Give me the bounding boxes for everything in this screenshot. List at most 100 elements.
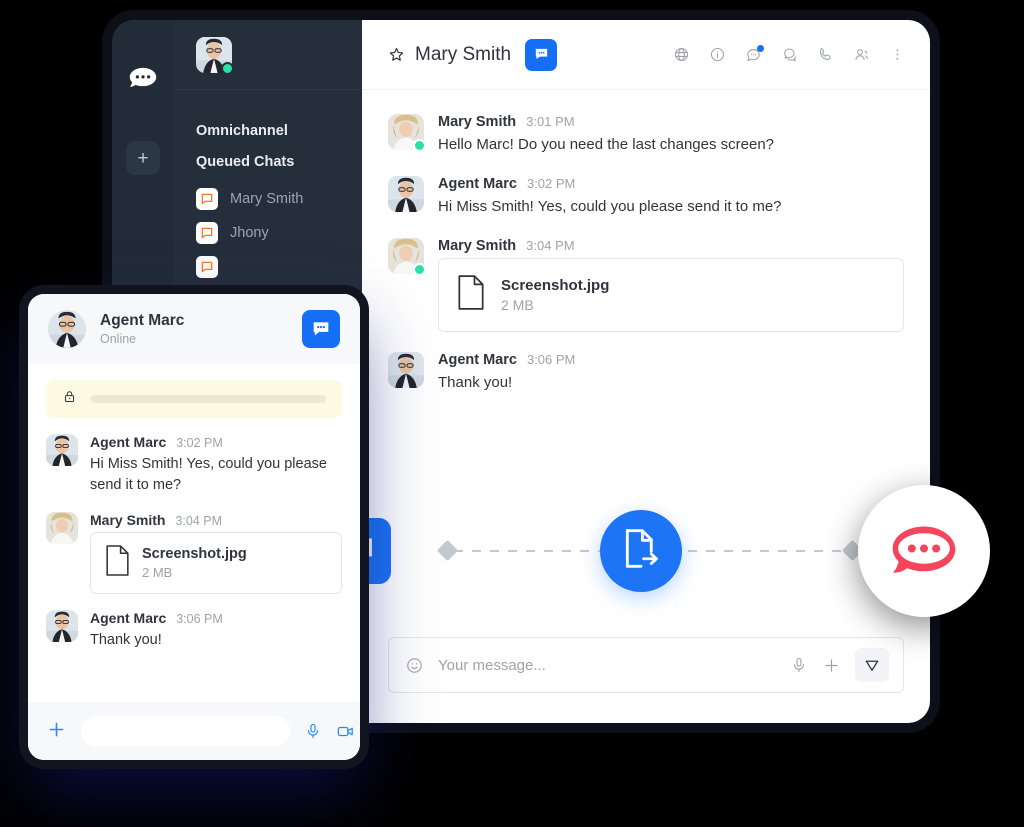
omnichannel-chat-icon: [196, 222, 218, 244]
avatar-image-man: [48, 310, 86, 348]
search-input composer-input[interactable]: [438, 656, 776, 674]
message-composer: [362, 637, 930, 723]
kebab-menu-icon[interactable]: [889, 46, 906, 63]
message-body: Mary Smith 3:01 PM Hello Marc! Do you ne…: [438, 114, 904, 156]
message-item: Agent Marc 3:02 PM Hi Miss Smith! Yes, c…: [46, 434, 342, 496]
file-attachment-card[interactable]: Screenshot.jpg 2 MB: [90, 532, 342, 595]
file-name: Screenshot.jpg: [142, 546, 247, 563]
file-info: Screenshot.jpg 2 MB: [501, 277, 609, 313]
widget-secure-notice: [46, 380, 342, 418]
message-username: Agent Marc: [90, 434, 167, 450]
widget-message-list: Agent Marc 3:02 PM Hi Miss Smith! Yes, c…: [28, 424, 360, 702]
message-meta: Agent Marc 3:02 PM: [90, 434, 342, 450]
room-header: Mary Smith: [362, 20, 930, 90]
sidebar-item-mary-smith[interactable]: Mary Smith: [174, 182, 362, 216]
presence-indicator: [413, 262, 426, 276]
status-badge: Online: [100, 332, 137, 346]
message-meta: Mary Smith 3:01 PM: [438, 114, 904, 130]
omnichannel-chat-icon: [196, 256, 218, 278]
avatar[interactable]: [196, 36, 234, 75]
message-username: Mary Smith: [438, 114, 517, 130]
widget-header: Agent Marc Online: [28, 294, 360, 364]
lock-icon: [62, 389, 77, 409]
avatar[interactable]: [388, 237, 426, 276]
message-timestamp: 3:04 PM: [526, 237, 575, 253]
screenshot-stage: + Omnichannel Queued Chats Mary Smith Jh…: [0, 0, 1024, 827]
avatar[interactable]: [46, 512, 78, 545]
widget-composer: [28, 702, 360, 760]
message-username: Mary Smith: [438, 237, 517, 254]
avatar-image-man: [388, 175, 424, 212]
avatar-image-man: [46, 434, 78, 466]
message-meta: Agent Marc 3:02 PM: [438, 176, 904, 192]
widget-message-input[interactable]: [81, 716, 290, 746]
presence-indicator: [221, 61, 234, 75]
message-item: Mary Smith 3:01 PM Hello Marc! Do you ne…: [388, 114, 904, 156]
avatar[interactable]: [46, 610, 78, 643]
discussion-icon[interactable]: [745, 45, 764, 63]
message-text: Thank you!: [438, 373, 513, 391]
message-username: Agent Marc: [438, 175, 517, 192]
sidebar-item-label: Mary Smith: [230, 191, 304, 207]
send-icon[interactable]: [855, 648, 889, 682]
create-new-button[interactable]: +: [126, 141, 160, 175]
members-icon[interactable]: [853, 46, 870, 63]
star-icon[interactable]: [388, 46, 405, 63]
microphone-icon[interactable]: [304, 722, 322, 740]
page-title: Mary Smith: [415, 43, 512, 65]
floating-file-badge[interactable]: [600, 510, 682, 592]
message-meta: Agent Marc 3:06 PM: [438, 352, 904, 368]
globe-icon[interactable]: [673, 46, 690, 63]
avatar[interactable]: [388, 351, 424, 388]
message-meta: Agent Marc 3:06 PM: [90, 610, 342, 626]
plus-icon[interactable]: [822, 656, 841, 675]
chat-bubble-icon[interactable]: [302, 310, 340, 348]
message-timestamp: 3:06 PM: [526, 351, 576, 367]
avatar-image-woman: [46, 512, 78, 545]
avatar[interactable]: [388, 175, 424, 212]
widget-agent-name: Agent Marc: [100, 312, 185, 329]
microphone-icon[interactable]: [790, 656, 808, 674]
message-text: Hi Miss Smith! Yes, could you please sen…: [90, 456, 327, 494]
file-export-icon: [623, 528, 659, 574]
message-username: Agent Marc: [90, 610, 167, 627]
threads-icon[interactable]: [781, 46, 798, 63]
presence-indicator: [413, 139, 426, 152]
plus-icon[interactable]: [46, 719, 67, 744]
video-camera-icon[interactable]: [336, 722, 355, 741]
avatar[interactable]: [46, 434, 78, 466]
message-body: Agent Marc 3:02 PM Hi Miss Smith! Yes, c…: [438, 176, 904, 218]
message-item: Agent Marc 3:02 PM Hi Miss Smith! Yes, c…: [388, 175, 904, 218]
composer-box: [388, 637, 904, 693]
omnichannel-badge-icon[interactable]: [525, 38, 558, 71]
phone-icon[interactable]: [817, 46, 834, 63]
message-text: Thank you!: [90, 632, 162, 649]
sidebar-item-partial[interactable]: [174, 250, 362, 284]
notification-dot: [757, 45, 764, 52]
sidebar-item-jhony[interactable]: Jhony: [174, 216, 362, 250]
avatar-image-man: [388, 351, 424, 388]
message-item: Mary Smith 3:04 PM Screenshot.jpg 2 MB: [46, 512, 342, 595]
avatar[interactable]: [388, 114, 426, 152]
info-circle-icon[interactable]: [709, 46, 726, 63]
smiley-icon[interactable]: [405, 656, 424, 675]
message-body: Agent Marc 3:02 PM Hi Miss Smith! Yes, c…: [90, 434, 342, 496]
floating-rocketchat-badge[interactable]: [858, 485, 990, 617]
message-body: Mary Smith 3:04 PM Screenshot.jpg 2 MB: [438, 238, 904, 332]
message-timestamp: 3:01 PM: [526, 114, 575, 129]
sidebar-header: [174, 20, 362, 90]
livechat-widget: Agent Marc Online Agent Marc 3:02 PM Hi …: [28, 294, 360, 760]
file-size: 2 MB: [501, 296, 534, 313]
avatar[interactable]: [48, 310, 86, 348]
room-header-actions: [673, 45, 906, 63]
message-timestamp: 3:02 PM: [176, 436, 223, 450]
file-size: 2 MB: [142, 565, 173, 581]
diamond-marker: [436, 539, 459, 562]
message-timestamp: 3:04 PM: [175, 514, 223, 529]
message-username: Agent Marc: [438, 351, 517, 368]
message-text: Hello Marc! Do you need the last changes…: [438, 136, 775, 153]
message-meta: Mary Smith 3:04 PM: [438, 238, 904, 254]
file-attachment-card[interactable]: Screenshot.jpg 2 MB: [438, 257, 904, 332]
sidebar-section-title: Omnichannel Queued Chats: [196, 123, 295, 170]
message-item: Agent Marc 3:06 PM Thank you!: [388, 351, 904, 394]
